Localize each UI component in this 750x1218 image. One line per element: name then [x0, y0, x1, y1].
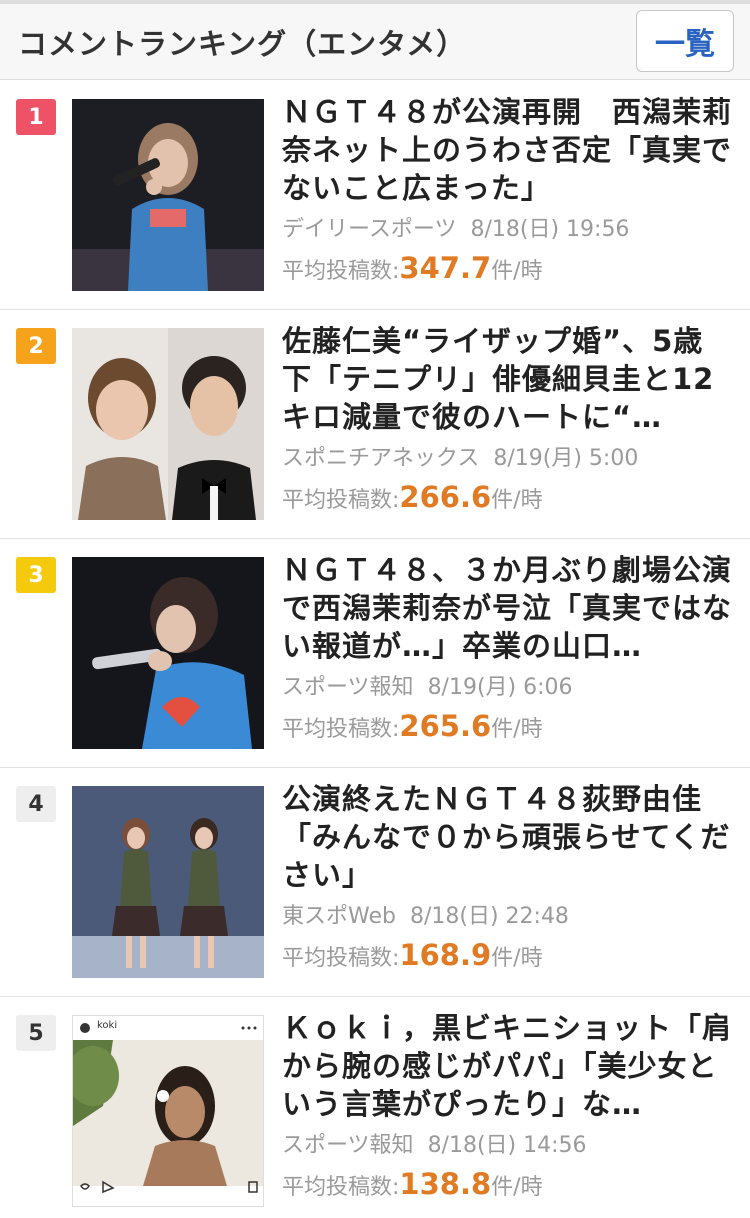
article-meta: デイリースポーツ 8/18(日) 19:56: [282, 211, 629, 243]
thumbnail-caption: koki: [97, 1020, 118, 1031]
article-source: スポーツ報知: [282, 1133, 414, 1158]
article-meta: 東スポWeb 8/18(日) 22:48: [282, 898, 569, 930]
article-headline[interactable]: ＮＧＴ４８、３か月ぶり劇場公演で西潟茉莉奈が号泣「真実ではない報道が…」卒業の山…: [282, 551, 732, 665]
comment-rate-value: 266.6: [399, 480, 492, 514]
ranking-item-4[interactable]: 4 公演終えたＮＧＴ４８荻野由佳「みんなで０から頑張らせてください」 東スポWe…: [0, 768, 750, 997]
rank-badge: 2: [16, 328, 56, 364]
article-date: 8/18(日) 22:48: [409, 904, 569, 929]
article-meta: スポーツ報知 8/19(月) 6:06: [282, 669, 573, 701]
page-title: コメントランキング（エンタメ）: [18, 27, 467, 61]
comment-rate-unit: 件/時: [491, 1175, 543, 1200]
article-headline[interactable]: 公演終えたＮＧＴ４８荻野由佳「みんなで０から頑張らせてください」: [282, 780, 732, 894]
comment-rate-label: 平均投稿数:: [282, 946, 400, 971]
article-source: デイリースポーツ: [282, 217, 457, 242]
comment-rate-label: 平均投稿数:: [282, 1175, 400, 1200]
article-date: 8/18(日) 14:56: [427, 1133, 587, 1158]
article-date: 8/18(日) 19:56: [470, 217, 630, 242]
comment-rate: 平均投稿数:347.7件/時: [282, 251, 543, 285]
comment-rate: 平均投稿数:266.6件/時: [282, 480, 543, 514]
article-meta: スポーツ報知 8/18(日) 14:56: [282, 1127, 587, 1159]
comment-rate-value: 168.9: [399, 938, 492, 972]
article-thumbnail[interactable]: koki: [72, 1015, 264, 1207]
ranking-item-2[interactable]: 2 佐藤仁美“ライザップ婚”、5歳下「テニプリ」俳優細貝圭と12キロ減量で彼のハ…: [0, 310, 750, 539]
article-source: スポニチアネックス: [282, 446, 480, 471]
rank-badge: 5: [16, 1015, 56, 1051]
article-date: 8/19(月) 5:00: [493, 446, 639, 471]
article-source: 東スポWeb: [282, 904, 396, 929]
comment-rate-value: 347.7: [399, 251, 492, 285]
ranking-header: コメントランキング（エンタメ） 一覧: [0, 4, 750, 80]
rank-badge: 4: [16, 786, 56, 822]
comment-rate-label: 平均投稿数:: [282, 259, 400, 284]
ranking-item-1[interactable]: 1 ＮＧＴ４８が公演再開 西潟茉莉奈ネット上のうわさ否定「真実でないこと広まった…: [0, 81, 750, 310]
comment-rate-unit: 件/時: [491, 488, 543, 513]
article-thumbnail[interactable]: [72, 786, 264, 978]
view-all-button[interactable]: 一覧: [636, 10, 734, 72]
comment-rate-label: 平均投稿数:: [282, 717, 400, 742]
comment-rate-unit: 件/時: [491, 259, 543, 284]
rank-badge: 3: [16, 557, 56, 593]
comment-rate-value: 265.6: [399, 709, 492, 743]
comment-rate-value: 138.8: [399, 1167, 492, 1201]
article-source: スポーツ報知: [282, 675, 414, 700]
comment-rate: 平均投稿数:168.9件/時: [282, 938, 543, 972]
comment-rate-unit: 件/時: [491, 717, 543, 742]
article-thumbnail[interactable]: [72, 328, 264, 520]
comment-rate: 平均投稿数:138.8件/時: [282, 1167, 543, 1201]
article-date: 8/19(月) 6:06: [427, 675, 573, 700]
ranking-item-5[interactable]: 5 koki Ｋｏｋｉ，黒ビキニショット「肩から腕の感じがパパ」「美少女という言…: [0, 997, 750, 1218]
article-meta: スポニチアネックス 8/19(月) 5:00: [282, 440, 638, 472]
rank-badge: 1: [16, 99, 56, 135]
article-thumbnail[interactable]: [72, 99, 264, 291]
article-thumbnail[interactable]: [72, 557, 264, 749]
ranking-item-3[interactable]: 3 ＮＧＴ４８、３か月ぶり劇場公演で西潟茉莉奈が号泣「真実ではない報道が…」卒業…: [0, 539, 750, 768]
comment-rate: 平均投稿数:265.6件/時: [282, 709, 543, 743]
comment-rate-label: 平均投稿数:: [282, 488, 400, 513]
article-headline[interactable]: Ｋｏｋｉ，黒ビキニショット「肩から腕の感じがパパ」「美少女という言葉がぴったり」…: [282, 1009, 732, 1123]
article-headline[interactable]: ＮＧＴ４８が公演再開 西潟茉莉奈ネット上のうわさ否定「真実でないこと広まった」: [282, 93, 732, 207]
article-headline[interactable]: 佐藤仁美“ライザップ婚”、5歳下「テニプリ」俳優細貝圭と12キロ減量で彼のハート…: [282, 322, 732, 436]
comment-rate-unit: 件/時: [491, 946, 543, 971]
